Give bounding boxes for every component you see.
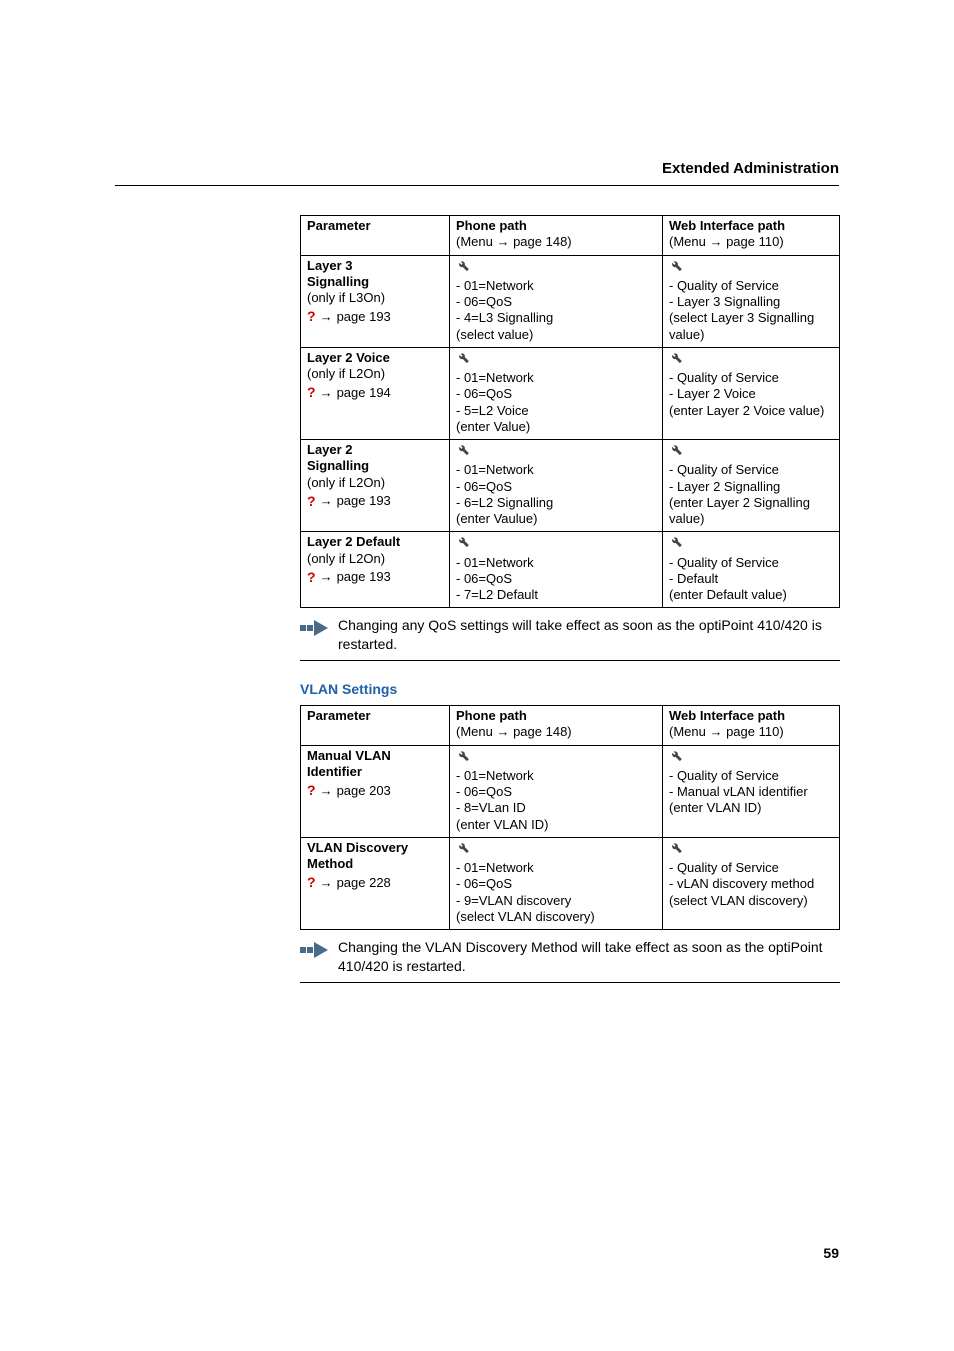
arrow-icon: → xyxy=(320,309,333,325)
help-icon: ? xyxy=(307,569,316,587)
param-condition: (only if L2On) xyxy=(307,366,443,382)
param-name: Method xyxy=(307,856,443,872)
th-phone: Phone path (Menu → page 148) xyxy=(450,216,663,256)
help-icon: ? xyxy=(307,308,316,326)
table-row: Manual VLAN Identifier ? → page 203 - 01… xyxy=(301,745,840,837)
tool-icon xyxy=(456,442,470,460)
tool-icon xyxy=(669,350,683,368)
table-row: Layer 3 Signalling (only if L3On) ? → pa… xyxy=(301,255,840,347)
param-ref[interactable]: ? → page 228 xyxy=(307,874,443,892)
th-parameter: Parameter xyxy=(301,706,450,746)
param-name: Layer 2 Default xyxy=(307,534,443,550)
tool-icon xyxy=(456,748,470,766)
vlan-table: Parameter Phone path (Menu → page 148) W… xyxy=(300,705,840,930)
param-condition: (only if L3On) xyxy=(307,290,443,306)
note-arrow-icon xyxy=(300,620,328,641)
param-name: VLAN Discovery xyxy=(307,840,443,856)
note-vlan: Changing the VLAN Discovery Method will … xyxy=(300,938,840,983)
param-condition: (only if L2On) xyxy=(307,551,443,567)
tool-icon xyxy=(456,840,470,858)
help-icon: ? xyxy=(307,493,316,511)
th-phone: Phone path (Menu → page 148) xyxy=(450,706,663,746)
tool-icon xyxy=(669,840,683,858)
help-icon: ? xyxy=(307,384,316,402)
tool-icon xyxy=(456,534,470,552)
param-name: Signalling xyxy=(307,458,443,474)
param-ref[interactable]: ? → page 193 xyxy=(307,493,443,511)
tool-icon xyxy=(669,534,683,552)
page-header: Extended Administration xyxy=(662,160,839,177)
note-text: Changing any QoS settings will take effe… xyxy=(338,616,840,654)
param-name: Signalling xyxy=(307,274,443,290)
param-ref[interactable]: ? → page 203 xyxy=(307,782,443,800)
param-name: Manual VLAN xyxy=(307,748,443,764)
help-icon: ? xyxy=(307,782,316,800)
param-ref[interactable]: ? → page 193 xyxy=(307,308,443,326)
page-number: 59 xyxy=(823,1245,839,1261)
table-row: VLAN Discovery Method ? → page 228 - 01=… xyxy=(301,837,840,929)
qos-table: Parameter Phone path (Menu → page 148) W… xyxy=(300,215,840,608)
param-name: Layer 2 Voice xyxy=(307,350,443,366)
table-row: Layer 2 Signalling (only if L2On) ? → pa… xyxy=(301,440,840,532)
param-name: Layer 2 xyxy=(307,442,443,458)
header-rule xyxy=(115,185,839,186)
tool-icon xyxy=(669,442,683,460)
th-web: Web Interface path (Menu → page 110) xyxy=(663,216,840,256)
th-parameter: Parameter xyxy=(301,216,450,256)
note-text: Changing the VLAN Discovery Method will … xyxy=(338,938,840,976)
param-condition: (only if L2On) xyxy=(307,475,443,491)
note-qos: Changing any QoS settings will take effe… xyxy=(300,616,840,661)
th-web: Web Interface path (Menu → page 110) xyxy=(663,706,840,746)
tool-icon xyxy=(456,350,470,368)
tool-icon xyxy=(456,258,470,276)
table-row: Layer 2 Voice (only if L2On) ? → page 19… xyxy=(301,347,840,439)
note-arrow-icon xyxy=(300,942,328,963)
param-name: Layer 3 xyxy=(307,258,443,274)
table-row: Layer 2 Default (only if L2On) ? → page … xyxy=(301,532,840,608)
tool-icon xyxy=(669,258,683,276)
arrow-icon: → xyxy=(320,493,333,509)
param-ref[interactable]: ? → page 194 xyxy=(307,384,443,402)
arrow-icon: → xyxy=(320,385,333,401)
param-name: Identifier xyxy=(307,764,443,780)
arrow-icon: → xyxy=(320,875,333,891)
param-ref[interactable]: ? → page 193 xyxy=(307,569,443,587)
arrow-icon: → xyxy=(320,569,333,585)
arrow-icon: → xyxy=(320,783,333,799)
section-vlan-heading: VLAN Settings xyxy=(300,681,840,697)
tool-icon xyxy=(669,748,683,766)
help-icon: ? xyxy=(307,874,316,892)
